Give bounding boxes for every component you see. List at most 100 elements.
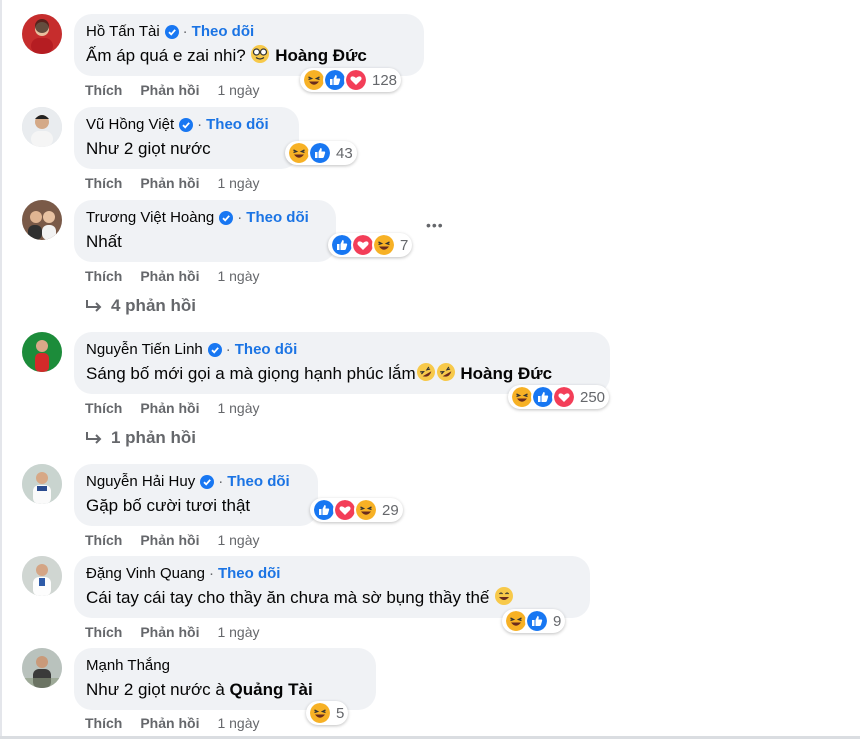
reply-button[interactable]: Phản hồi [140, 400, 199, 416]
nerd-face-emoji-icon [251, 45, 270, 63]
comment-text: Như 2 giọt nước à Quảng Tài [86, 678, 364, 702]
follow-button[interactable]: Theo dõi [246, 208, 309, 227]
reaction-summary[interactable]: 43 [285, 141, 357, 165]
like-button[interactable]: Thích [85, 175, 122, 191]
reaction-count: 29 [382, 501, 399, 519]
rofl-emoji-icon [436, 363, 455, 381]
comment-text: Sáng bố mới gọi a mà giọng hạnh phúc lắm… [86, 362, 598, 386]
comment-text-body: Cái tay cái tay cho thầy ăn chưa mà sờ b… [86, 588, 490, 607]
like-button[interactable]: Thích [85, 82, 122, 98]
verified-badge-icon [200, 474, 215, 489]
commenter-name[interactable]: Nguyễn Tiến Linh [86, 340, 203, 359]
commenter-name[interactable]: Đặng Vinh Quang [86, 564, 205, 583]
comment-text: Cái tay cái tay cho thầy ăn chưa mà sờ b… [86, 586, 578, 610]
reaction-summary[interactable]: 29 [310, 498, 403, 522]
follow-button[interactable]: Theo dõi [227, 472, 290, 491]
like-reaction-icon [308, 141, 332, 165]
reaction-count: 9 [553, 612, 562, 630]
mention-link[interactable]: Hoàng Đức [275, 46, 367, 65]
avatar[interactable] [22, 648, 62, 688]
mention-link[interactable]: Quảng Tài [230, 680, 313, 699]
reply-button[interactable]: Phản hồi [140, 82, 199, 98]
timestamp[interactable]: 1 ngày [217, 82, 259, 98]
comment-actions: Thích Phản hồi 1 ngày [85, 715, 260, 731]
more-options-button[interactable]: ••• [426, 217, 444, 233]
timestamp[interactable]: 1 ngày [217, 400, 259, 416]
timestamp[interactable]: 1 ngày [217, 268, 259, 284]
mention-link[interactable]: Hoàng Đức [460, 364, 552, 383]
separator-dot: · [208, 565, 214, 582]
reaction-summary[interactable]: 5 [306, 701, 349, 725]
comment-text-body: Như 2 giọt nước à [86, 680, 225, 699]
comment-bubble: Hồ Tấn Tài · Theo dõi Ấm áp quá e zai nh… [74, 14, 424, 76]
timestamp[interactable]: 1 ngày [217, 175, 259, 191]
avatar[interactable] [22, 332, 62, 372]
separator-dot: · [218, 473, 224, 490]
reply-button[interactable]: Phản hồi [140, 624, 199, 640]
follow-button[interactable]: Theo dõi [192, 22, 255, 41]
commenter-name[interactable]: Nguyễn Hải Huy [86, 472, 195, 491]
reaction-summary[interactable]: 128 [300, 68, 402, 92]
reaction-summary[interactable]: 9 [502, 609, 566, 633]
reaction-count: 43 [336, 144, 353, 162]
replies-count-label: 4 phản hồi [111, 296, 196, 315]
love-reaction-icon [552, 385, 576, 409]
reaction-summary[interactable]: 7 [328, 233, 413, 257]
timestamp[interactable]: 1 ngày [217, 624, 259, 640]
reply-arrow-icon [86, 300, 102, 312]
comment-actions: Thích Phản hồi 1 ngày [85, 400, 260, 416]
separator-dot: · [237, 209, 243, 226]
haha-reaction-icon [372, 233, 396, 257]
commenter-name[interactable]: Hồ Tấn Tài [86, 22, 160, 41]
comment-actions: Thích Phản hồi 1 ngày [85, 624, 260, 640]
avatar[interactable] [22, 464, 62, 504]
like-button[interactable]: Thích [85, 400, 122, 416]
avatar[interactable] [22, 556, 62, 596]
comment-actions: Thích Phản hồi 1 ngày [85, 268, 260, 284]
reply-button[interactable]: Phản hồi [140, 532, 199, 548]
left-border [0, 0, 2, 739]
avatar[interactable] [22, 200, 62, 240]
reaction-count: 128 [372, 71, 398, 89]
reply-button[interactable]: Phản hồi [140, 715, 199, 731]
like-button[interactable]: Thích [85, 624, 122, 640]
view-replies-button[interactable]: 4 phản hồi [85, 296, 196, 316]
replies-count-label: 1 phản hồi [111, 428, 196, 447]
verified-badge-icon [164, 24, 179, 39]
avatar[interactable] [22, 107, 62, 147]
comment-actions: Thích Phản hồi 1 ngày [85, 175, 260, 191]
view-replies-button[interactable]: 1 phản hồi [85, 428, 196, 448]
reply-button[interactable]: Phản hồi [140, 268, 199, 284]
love-reaction-icon [344, 68, 368, 92]
verified-badge-icon [219, 210, 234, 225]
comment-actions: Thích Phản hồi 1 ngày [85, 532, 260, 548]
reaction-count: 7 [400, 236, 409, 254]
reply-button[interactable]: Phản hồi [140, 175, 199, 191]
reaction-summary[interactable]: 250 [508, 385, 610, 409]
comment-text: Ấm áp quá e zai nhi? Hoàng Đức [86, 44, 412, 68]
commenter-name[interactable]: Trương Việt Hoàng [86, 208, 214, 227]
haha-reaction-icon [354, 498, 378, 522]
timestamp[interactable]: 1 ngày [217, 715, 259, 731]
reply-arrow-icon [86, 432, 102, 444]
comment-text-body: Ấm áp quá e zai nhi? [86, 46, 246, 65]
comment-text: Nhất [86, 232, 122, 251]
like-button[interactable]: Thích [85, 715, 122, 731]
separator-dot: · [225, 341, 231, 358]
like-button[interactable]: Thích [85, 268, 122, 284]
avatar[interactable] [22, 14, 62, 54]
follow-button[interactable]: Theo dõi [206, 115, 269, 134]
follow-button[interactable]: Theo dõi [218, 564, 281, 583]
commenter-name[interactable]: Vũ Hồng Việt [86, 115, 174, 134]
comment-text: Như 2 giọt nước [86, 139, 211, 158]
haha-reaction-icon [308, 701, 332, 725]
comment-bubble: Vũ Hồng Việt · Theo dõi Như 2 giọt nước [74, 107, 299, 169]
reaction-count: 5 [336, 704, 345, 722]
commenter-name[interactable]: Mạnh Thắng [86, 656, 170, 675]
separator-dot: · [197, 116, 203, 133]
follow-button[interactable]: Theo dõi [235, 340, 298, 359]
grinning-face-emoji-icon [495, 587, 514, 605]
like-button[interactable]: Thích [85, 532, 122, 548]
timestamp[interactable]: 1 ngày [217, 532, 259, 548]
comment-text-body: Sáng bố mới gọi a mà giọng hạnh phúc lắm [86, 364, 416, 383]
